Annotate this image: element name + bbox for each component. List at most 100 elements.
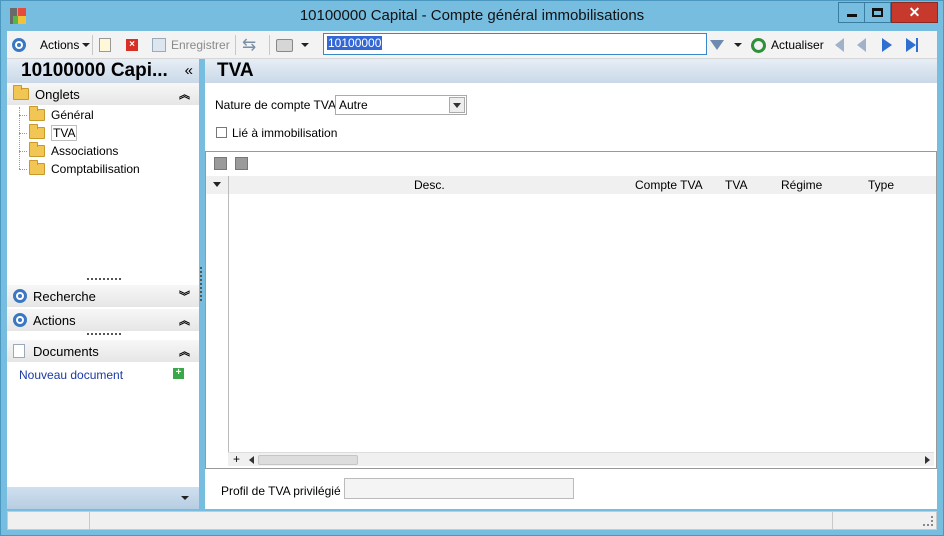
resize-grip-icon[interactable] bbox=[923, 516, 933, 526]
collapse-panel-icon[interactable]: « bbox=[185, 62, 193, 79]
main-panel: TVA Nature de compte TVA : Autre Lié à i… bbox=[205, 59, 937, 509]
status-bar bbox=[7, 511, 937, 530]
last-record-bar bbox=[916, 38, 918, 52]
search-section-label: Recherche bbox=[33, 288, 96, 304]
next-record-icon[interactable] bbox=[882, 38, 892, 52]
panel-splitter[interactable] bbox=[200, 267, 202, 301]
chevron-up-icon: ︽ bbox=[179, 346, 190, 358]
document-icon bbox=[13, 344, 25, 358]
grid-add-icon[interactable]: + bbox=[233, 452, 240, 466]
save-label: Enregistrer bbox=[171, 38, 230, 52]
circle-target-icon bbox=[13, 313, 27, 327]
grid-new-icon[interactable] bbox=[214, 157, 227, 170]
refresh-icon bbox=[751, 37, 766, 53]
chevron-down-icon bbox=[301, 43, 309, 47]
new-document-icon bbox=[99, 38, 111, 52]
column-compte-tva[interactable]: Compte TVA bbox=[635, 178, 703, 192]
sync-button[interactable]: ⇆ bbox=[242, 31, 256, 59]
print-button[interactable] bbox=[276, 31, 309, 59]
tab-tva[interactable]: TVA bbox=[29, 124, 78, 142]
tabs-section-header[interactable]: Onglets ︽ bbox=[7, 83, 199, 105]
maximize-button[interactable] bbox=[864, 2, 891, 23]
resize-grip[interactable] bbox=[87, 278, 121, 280]
circle-target-icon bbox=[12, 38, 26, 52]
left-panel-footer[interactable] bbox=[7, 487, 199, 509]
grid-edit-icon[interactable] bbox=[235, 157, 248, 170]
linked-checkbox[interactable] bbox=[216, 127, 227, 138]
new-document-link[interactable]: Nouveau document bbox=[19, 368, 123, 382]
nature-label: Nature de compte TVA : bbox=[215, 98, 342, 112]
preferred-profile-label: Profil de TVA privilégié : bbox=[221, 484, 348, 498]
tab-tva-label: TVA bbox=[51, 125, 78, 141]
documents-section-label: Documents bbox=[33, 343, 99, 359]
scrollbar-thumb[interactable] bbox=[258, 455, 358, 465]
row-menu-icon[interactable] bbox=[213, 182, 221, 187]
status-cell bbox=[90, 512, 833, 529]
close-icon: ✕ bbox=[908, 4, 921, 20]
chevron-down-icon bbox=[82, 43, 91, 47]
actions-section-label: Actions bbox=[33, 312, 76, 328]
actions-menu-button[interactable]: Actions bbox=[40, 31, 91, 59]
last-record-icon[interactable] bbox=[906, 38, 916, 52]
actions-section-header[interactable]: Actions ︽ bbox=[7, 309, 199, 331]
grid-header: Desc. Compte TVA TVA Régime Type bbox=[206, 176, 936, 194]
tab-general-label: Général bbox=[51, 108, 94, 122]
tab-comptabilisation[interactable]: Comptabilisation bbox=[29, 160, 140, 178]
search-section-header[interactable]: Recherche ︾ bbox=[7, 285, 199, 307]
page-title: TVA bbox=[205, 59, 937, 83]
actions-label: Actions bbox=[40, 38, 80, 52]
left-panel: 10100000 Capi... « Onglets ︽ Général TVA… bbox=[7, 59, 199, 509]
chevron-up-icon: ︽ bbox=[179, 89, 190, 101]
printer-icon bbox=[276, 38, 293, 52]
linked-label: Lié à immobilisation bbox=[232, 126, 338, 140]
save-icon bbox=[152, 38, 166, 52]
horizontal-scrollbar[interactable]: + bbox=[228, 452, 934, 466]
documents-section-header[interactable]: Documents ︽ bbox=[7, 340, 199, 362]
refresh-button[interactable]: Actualiser bbox=[751, 31, 824, 59]
close-button[interactable]: ✕ bbox=[891, 2, 938, 23]
tab-associations[interactable]: Associations bbox=[29, 142, 118, 160]
refresh-label: Actualiser bbox=[771, 38, 824, 52]
minimize-icon bbox=[846, 14, 857, 17]
chevron-down-icon[interactable] bbox=[449, 97, 465, 113]
sync-icon: ⇆ bbox=[242, 35, 257, 54]
toolbar: Actions × Enregistrer ⇆ 10100000 Actuali… bbox=[7, 31, 937, 59]
title-bar: 10100000 Capital - Compte général immobi… bbox=[1, 1, 943, 31]
folder-icon bbox=[29, 160, 45, 175]
row-selector-column bbox=[228, 176, 229, 466]
folder-icon bbox=[13, 85, 29, 100]
chevron-down-icon bbox=[734, 43, 742, 47]
folder-icon bbox=[29, 106, 45, 121]
minimize-button[interactable] bbox=[838, 2, 865, 23]
column-desc[interactable]: Desc. bbox=[414, 178, 445, 192]
open-folder-icon bbox=[29, 124, 45, 139]
status-cell bbox=[8, 512, 90, 529]
new-record-button[interactable] bbox=[99, 31, 111, 59]
delete-button[interactable]: × bbox=[126, 31, 138, 59]
chevron-down-icon bbox=[181, 496, 189, 500]
tab-general[interactable]: Général bbox=[29, 106, 94, 124]
add-document-icon[interactable]: + bbox=[173, 368, 184, 379]
record-menu-button[interactable] bbox=[12, 31, 26, 59]
column-tva[interactable]: TVA bbox=[725, 178, 747, 192]
filter-button[interactable] bbox=[710, 31, 742, 59]
scroll-left-icon[interactable] bbox=[249, 456, 254, 464]
previous-record-icon[interactable] bbox=[857, 38, 866, 52]
app-window: 10100000 Capital - Compte général immobi… bbox=[0, 0, 944, 536]
nature-select-value: Autre bbox=[339, 98, 368, 112]
search-input[interactable]: 10100000 bbox=[323, 33, 707, 55]
folder-icon bbox=[29, 142, 45, 157]
record-title: 10100000 Capi... bbox=[21, 60, 168, 81]
left-panel-header: 10100000 Capi... « bbox=[7, 59, 199, 83]
chevron-down-icon: ︾ bbox=[179, 291, 190, 303]
scroll-right-icon[interactable] bbox=[925, 456, 930, 464]
column-type[interactable]: Type bbox=[868, 178, 894, 192]
tabs-section-label: Onglets bbox=[35, 86, 80, 102]
nature-select[interactable]: Autre bbox=[335, 95, 467, 115]
tab-comptabilisation-label: Comptabilisation bbox=[51, 162, 140, 176]
resize-grip[interactable] bbox=[87, 333, 121, 335]
column-regime[interactable]: Régime bbox=[781, 178, 822, 192]
save-button[interactable]: Enregistrer bbox=[152, 31, 230, 59]
first-record-icon[interactable] bbox=[835, 38, 844, 52]
preferred-profile-field[interactable] bbox=[344, 478, 574, 499]
